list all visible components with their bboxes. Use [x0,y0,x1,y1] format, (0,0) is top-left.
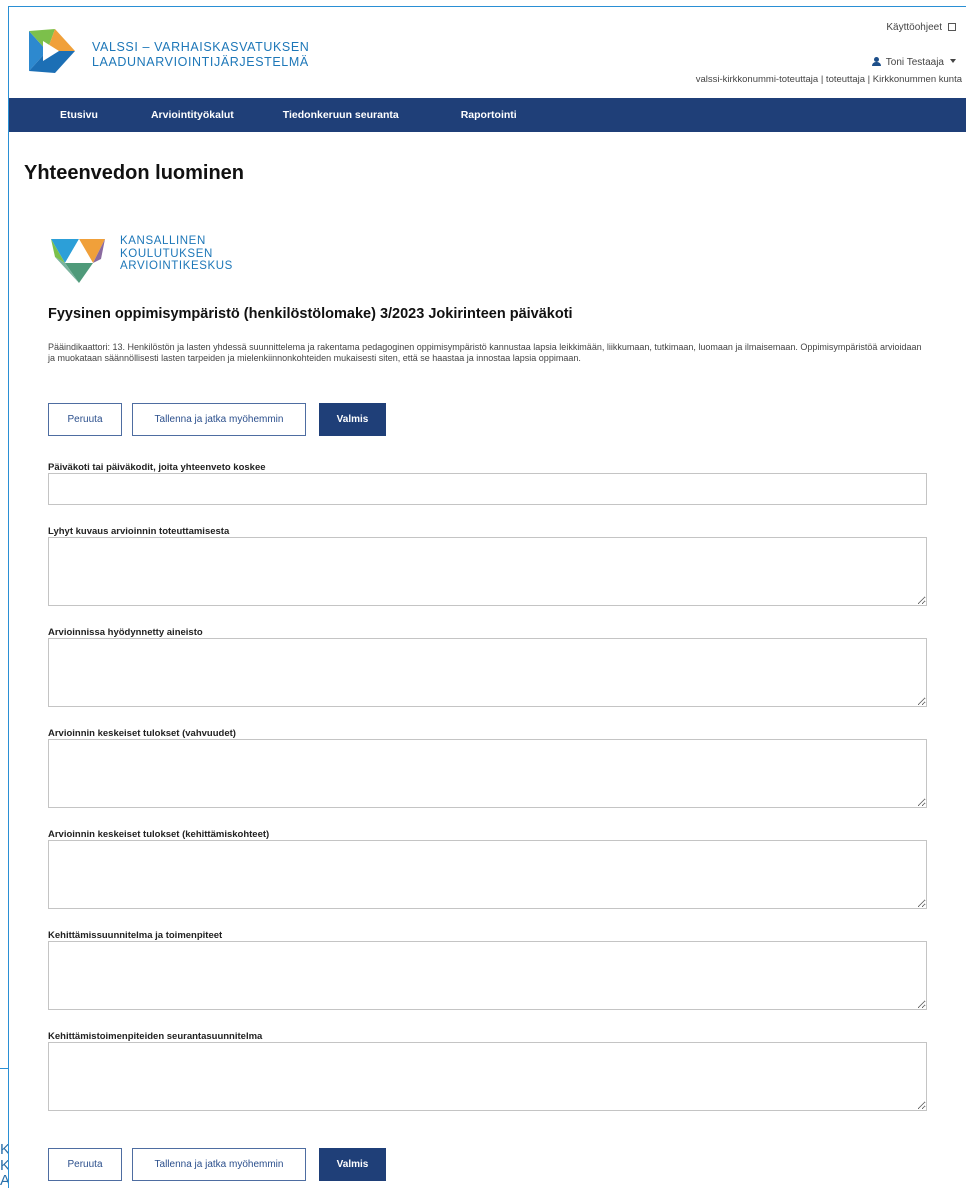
brand-name: VALSSI – VARHAISKASVATUKSEN LAADUNARVIOI… [92,40,309,70]
user-organization: valssi-kirkkonummi-toteuttaja | toteutta… [695,74,962,85]
form-description: Pääindikaattori: 13. Henkilöstön ja last… [48,342,922,363]
header: VALSSI – VARHAISKASVATUKSEN LAADUNARVIOI… [9,7,966,98]
app-window: VALSSI – VARHAISKASVATUKSEN LAADUNARVIOI… [8,6,966,1188]
karvi-line: ARVIOINTIKESKUS [120,260,233,272]
brand-line: LAADUNARVIOINTIJÄRJESTELMÄ [92,55,309,69]
implementation-description-textarea[interactable] [48,537,927,606]
page-title: Yhteenvedon luominen [24,162,245,184]
follow-up-plan-textarea[interactable] [48,1042,927,1111]
results-strengths-textarea[interactable] [48,739,927,808]
brand-line: VALSSI – VARHAISKASVATUKSEN [92,40,310,54]
field-label: Arvioinnin keskeiset tulokset (kehittämi… [48,829,270,840]
nav-item-raportointi[interactable]: Raportointi [461,109,517,121]
user-icon [871,57,881,66]
karvi-line: KANSALLINEN [120,235,206,247]
done-button[interactable]: Valmis [319,403,386,436]
save-later-button[interactable]: Tallenna ja jatka myöhemmin [132,403,306,436]
form-title: Fyysinen oppimisympäristö (henkilöstölom… [48,306,573,322]
development-plan-textarea[interactable] [48,941,927,1010]
cancel-button[interactable]: Peruuta [48,403,122,436]
used-material-textarea[interactable] [48,638,927,707]
karvi-logo-icon [51,239,105,283]
field-label: Päiväkoti tai päiväkodit, joita yhteenve… [48,462,266,473]
field-label: Kehittämistoimenpiteiden seurantasuunnit… [48,1031,263,1042]
nav-item-etusivu[interactable]: Etusivu [60,109,98,121]
cancel-button[interactable]: Peruuta [48,1148,122,1181]
valssi-logo-icon [29,29,75,73]
save-later-button[interactable]: Tallenna ja jatka myöhemmin [132,1148,306,1181]
nav-item-arviointityokalut[interactable]: Arviointityökalut [151,109,234,121]
external-link-icon [948,23,956,31]
karvi-name: KANSALLINEN KOULUTUKSEN ARVIOINTIKESKUS [120,235,233,273]
results-development-areas-textarea[interactable] [48,840,927,909]
field-label: Arvioinnissa hyödynnetty aineisto [48,627,203,638]
nav-item-tiedonkeruun-seuranta[interactable]: Tiedonkeruun seuranta [283,109,399,121]
main-nav: Etusivu Arviointityökalut Tiedonkeruun s… [9,98,966,132]
top-button-bar: Peruuta Tallenna ja jatka myöhemmin Valm… [48,403,386,436]
karvi-line: KOULUTUKSEN [120,247,213,260]
user-menu[interactable]: Toni Testaaja [871,57,956,68]
bottom-button-bar: Peruuta Tallenna ja jatka myöhemmin Valm… [48,1148,386,1181]
done-button[interactable]: Valmis [319,1148,386,1181]
user-name: Toni Testaaja [885,57,944,68]
chevron-down-icon [950,59,956,63]
field-label: Arvioinnin keskeiset tulokset (vahvuudet… [48,728,236,739]
help-link[interactable]: Käyttöohjeet [886,22,956,33]
field-label: Kehittämissuunnitelma ja toimenpiteet [48,930,223,941]
field-label: Lyhyt kuvaus arvioinnin toteuttamisesta [48,526,230,537]
daycare-input[interactable] [48,473,927,505]
help-link-label: Käyttöohjeet [886,22,942,33]
